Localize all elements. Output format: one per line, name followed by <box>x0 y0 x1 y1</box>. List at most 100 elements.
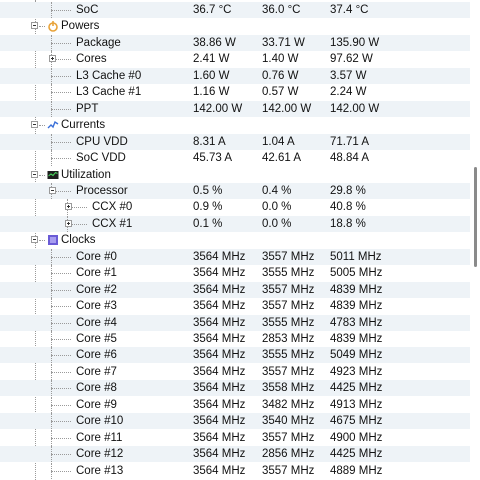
current-value: 0.9 % <box>193 201 223 214</box>
sensor-row-cores[interactable]: Cores 2.41 W 1.40 W 97.62 W <box>0 51 470 68</box>
minimum-value: 0.4 % <box>262 184 292 197</box>
minimum-value: 3557 MHz <box>262 283 315 296</box>
sensor-row-core-2[interactable]: Core #2 3564 MHz 3557 MHz 4839 MHz <box>0 281 470 298</box>
maximum-value: 2.24 W <box>330 86 367 99</box>
collapse-toggle[interactable] <box>31 170 38 178</box>
sensor-label: Core #10 <box>76 415 124 428</box>
maximum-value: 4783 MHz <box>330 316 383 329</box>
maximum-value: 4900 MHz <box>330 431 383 444</box>
maximum-value: 4839 MHz <box>330 333 383 345</box>
minimum-value: 0.0 % <box>262 201 292 214</box>
sensor-row-ppt[interactable]: PPT 142.00 W 142.00 W 142.00 W <box>0 100 470 117</box>
collapse-toggle[interactable] <box>31 236 38 244</box>
sensor-row-processor[interactable]: Processor 0.5 % 0.4 % 29.8 % <box>0 182 470 199</box>
tree-guide-line <box>51 306 71 308</box>
tree-guide-line <box>51 133 52 150</box>
current-value: 45.73 A <box>193 152 233 165</box>
sensor-label: Core #13 <box>76 464 124 477</box>
maximum-value: 5049 MHz <box>330 349 383 362</box>
sensor-row-core-6[interactable]: Core #6 3564 MHz 3555 MHz 5049 MHz <box>0 347 470 364</box>
maximum-value: 37.4 °C <box>330 4 369 16</box>
tree-guide-line <box>51 404 71 406</box>
tree-guide-line <box>51 388 71 390</box>
minimum-value: 3540 MHz <box>262 415 315 428</box>
tree-guide-line <box>51 314 52 331</box>
sensor-row-package[interactable]: Package 38.86 W 33.71 W 135.90 W <box>0 34 470 51</box>
sensor-row-core-7[interactable]: Core #7 3564 MHz 3557 MHz 4923 MHz <box>0 363 470 380</box>
expand-toggle[interactable] <box>49 55 56 63</box>
section-header-utilization[interactable]: Utilization <box>0 167 470 183</box>
tree-guide-line <box>39 26 45 28</box>
section-header-powers[interactable]: Powers <box>0 18 470 34</box>
tree-guide-line <box>51 462 52 479</box>
tree-guide-line <box>51 92 71 94</box>
tree-guide-line <box>51 371 71 373</box>
tree-guide-line <box>51 256 71 258</box>
sensor-row-core-3[interactable]: Core #3 3564 MHz 3557 MHz 4839 MHz <box>0 298 470 315</box>
maximum-value: 48.84 A <box>330 152 370 165</box>
sensor-row-core-12[interactable]: Core #12 3564 MHz 2856 MHz 4425 MHz <box>0 446 470 463</box>
sensor-label: Cores <box>76 53 107 66</box>
tree-guide-line <box>51 10 71 11</box>
sensor-row-core-13[interactable]: Core #13 3564 MHz 3557 MHz 4889 MHz <box>0 462 470 479</box>
maximum-value: 4839 MHz <box>330 283 383 296</box>
vertical-scrollbar[interactable] <box>470 0 480 480</box>
maximum-value: 4425 MHz <box>330 382 383 395</box>
sensor-label: Core #9 <box>76 398 117 411</box>
sensor-label: L3 Cache #0 <box>76 69 142 82</box>
tree-guide-line <box>51 437 71 439</box>
collapse-toggle[interactable] <box>49 186 56 194</box>
tree-guide-line <box>51 363 52 380</box>
current-value: 3564 MHz <box>193 398 246 411</box>
current-value: 3564 MHz <box>193 316 246 329</box>
expand-toggle[interactable] <box>65 219 72 227</box>
sensor-label: Core #0 <box>76 250 117 263</box>
minimum-value: 3555 MHz <box>262 349 315 362</box>
sensor-row-core-5[interactable]: Core #5 3564 MHz 2853 MHz 4839 MHz <box>0 331 470 347</box>
sensor-row-l3-cache-0[interactable]: L3 Cache #0 1.60 W 0.76 W 3.57 W <box>0 67 470 84</box>
sensor-row-core-1[interactable]: Core #1 3564 MHz 3555 MHz 5005 MHz <box>0 265 470 282</box>
sensor-row-core-0[interactable]: Core #0 3564 MHz 3557 MHz 5011 MHz <box>0 248 470 265</box>
current-value: 3564 MHz <box>193 415 246 428</box>
minimum-value: 3557 MHz <box>262 250 315 263</box>
tree-guide-line <box>51 265 52 282</box>
sensor-row-core-10[interactable]: Core #10 3564 MHz 3540 MHz 4675 MHz <box>0 413 470 430</box>
sensor-label: SoC <box>76 4 99 16</box>
sensor-row-core-4[interactable]: Core #4 3564 MHz 3555 MHz 4783 MHz <box>0 314 470 331</box>
sensor-row-core-11[interactable]: Core #11 3564 MHz 3557 MHz 4900 MHz <box>0 429 470 446</box>
sensor-label: Core #8 <box>76 382 117 395</box>
tree-guide-line <box>39 125 45 127</box>
scrollbar-thumb[interactable] <box>474 167 477 267</box>
collapse-toggle[interactable] <box>31 121 38 129</box>
current-value: 0.5 % <box>193 184 223 197</box>
current-value: 2.41 W <box>193 53 230 66</box>
sensor-row-ccx-1[interactable]: CCX #1 0.1 % 0.0 % 18.8 % <box>0 215 470 232</box>
sensor-tree[interactable]: SoC 36.7 °C 36.0 °C 37.4 °C Powers Package 38.… <box>0 0 470 480</box>
tree-guide-line <box>51 470 71 472</box>
sensor-row-soc[interactable]: SoC 36.7 °C 36.0 °C 37.4 °C <box>0 2 470 18</box>
current-value: 3564 MHz <box>193 300 246 313</box>
sensor-row-l3-cache-1[interactable]: L3 Cache #1 1.16 W 0.57 W 2.24 W <box>0 84 470 101</box>
maximum-value: 4923 MHz <box>330 365 383 378</box>
minimum-value: 2856 MHz <box>262 448 315 461</box>
sensor-row-core-9[interactable]: Core #9 3564 MHz 3482 MHz 4913 MHz <box>0 396 470 413</box>
tree-guide-line <box>51 421 71 423</box>
tree-guide-line <box>51 355 71 357</box>
sensor-row-ccx-0[interactable]: CCX #0 0.9 % 0.0 % 40.8 % <box>0 199 470 216</box>
minimum-value: 3557 MHz <box>262 300 315 313</box>
sensor-label: CCX #1 <box>92 217 133 230</box>
current-icon <box>47 119 59 131</box>
section-header-clocks[interactable]: Clocks <box>0 232 470 248</box>
expand-toggle[interactable] <box>65 203 72 211</box>
current-value: 3564 MHz <box>193 382 246 395</box>
sensor-row-soc-vdd[interactable]: SoC VDD 45.73 A 42.61 A 48.84 A <box>0 150 470 167</box>
maximum-value: 4675 MHz <box>330 415 383 428</box>
sensor-row-cpu-vdd[interactable]: CPU VDD 8.31 A 1.04 A 71.71 A <box>0 133 470 150</box>
section-header-currents[interactable]: Currents <box>0 117 470 133</box>
minimum-value: 3482 MHz <box>262 398 315 411</box>
collapse-toggle[interactable] <box>31 22 38 30</box>
sensor-label: Core #1 <box>76 267 117 280</box>
tree-guide-line <box>51 454 71 456</box>
minimum-value: 1.40 W <box>262 53 299 66</box>
sensor-row-core-8[interactable]: Core #8 3564 MHz 3558 MHz 4425 MHz <box>0 380 470 397</box>
